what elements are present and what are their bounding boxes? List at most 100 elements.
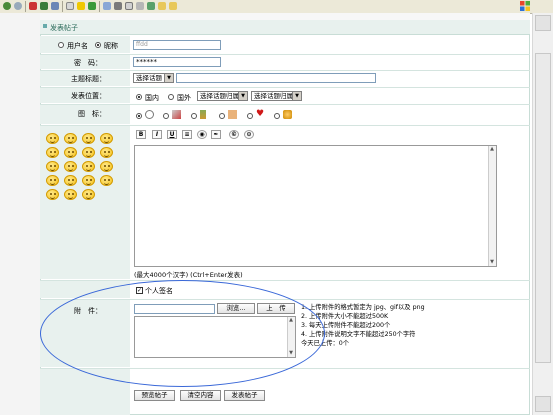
favorites-icon[interactable]	[77, 2, 85, 10]
password-label-cell: 密 码：	[40, 55, 130, 69]
preview-button[interactable]: 预览帖子	[134, 390, 175, 401]
forward-icon[interactable]	[14, 2, 22, 10]
nickname-input[interactable]: ffdd	[133, 40, 221, 50]
emoticon-icon[interactable]	[64, 175, 77, 186]
cup-icon	[283, 110, 292, 119]
emoticon-icon[interactable]	[100, 175, 113, 186]
topic-category-select-1[interactable]: 选择话题归属 ▼	[197, 91, 248, 101]
toolbar-separator	[25, 1, 26, 12]
emoticon-icon[interactable]	[64, 133, 77, 144]
submit-button[interactable]: 发表帖子	[224, 390, 265, 401]
note-line: 3. 每天上传附件不能超过200个	[301, 322, 391, 329]
icon-radio-6[interactable]	[274, 113, 280, 119]
attachment-description[interactable]: ▲ ▼	[134, 316, 296, 358]
password-row: 密 码：	[40, 55, 530, 71]
password-input[interactable]: ******	[133, 57, 221, 67]
bold-button[interactable]: B	[136, 130, 146, 139]
note-line: 今天已上传：0个	[301, 340, 350, 347]
clear-button[interactable]: 清空内容	[180, 390, 221, 401]
print-icon[interactable]	[114, 2, 122, 10]
scroll-down-button[interactable]	[535, 396, 551, 412]
emoticon-icon[interactable]	[64, 147, 77, 158]
subject-input[interactable]	[176, 73, 376, 83]
emoticon-icon[interactable]	[46, 133, 59, 144]
upload-button[interactable]: 上 传	[257, 303, 295, 314]
emoticon-icon[interactable]	[82, 161, 95, 172]
scroll-up-icon[interactable]: ▲	[489, 146, 495, 153]
refresh-icon[interactable]	[40, 2, 48, 10]
form-title: 发表帖子	[50, 24, 78, 32]
scroll-thumb[interactable]	[535, 53, 551, 363]
emoticon-icon[interactable]	[100, 147, 113, 158]
icon-radio-1[interactable]	[136, 113, 142, 119]
content-textarea[interactable]: ▲ ▼	[134, 145, 497, 267]
emoticon-icon[interactable]	[46, 189, 59, 200]
target-button[interactable]: ⊙	[244, 130, 254, 139]
password-value: ******	[136, 58, 157, 66]
emoticon-icon[interactable]	[82, 147, 95, 158]
file-path-input[interactable]	[134, 304, 215, 314]
nickname-value: ffdd	[136, 41, 148, 48]
domestic-radio[interactable]	[136, 94, 142, 100]
pen-button[interactable]: ✒	[211, 130, 221, 139]
messenger-icon[interactable]	[147, 2, 155, 10]
align-button[interactable]: ≡	[182, 130, 192, 139]
emoticon-icon[interactable]	[46, 161, 59, 172]
emoticon-icon[interactable]	[82, 133, 95, 144]
abroad-radio[interactable]	[168, 94, 174, 100]
copyright-button[interactable]: ©	[229, 130, 239, 139]
page-scrollbar[interactable]	[532, 13, 553, 415]
folder-icon[interactable]	[169, 2, 177, 10]
topic-category-select-2[interactable]: 选择话题归属 ▼	[251, 91, 302, 101]
subject-label: 主题标题：	[71, 75, 106, 83]
back-icon[interactable]	[3, 2, 11, 10]
subject-topic-select[interactable]: 选择话题 ▼	[133, 73, 174, 83]
icon-radio-4[interactable]	[219, 113, 225, 119]
mail-icon[interactable]	[103, 2, 111, 10]
stop-icon[interactable]	[29, 2, 37, 10]
icon-radio-5[interactable]	[247, 113, 253, 119]
emoticon-icon[interactable]	[82, 175, 95, 186]
scroll-down-icon[interactable]: ▼	[489, 259, 495, 266]
search-icon[interactable]	[66, 2, 74, 10]
username-radio[interactable]	[58, 42, 64, 48]
icon-radio-3[interactable]	[191, 113, 197, 119]
attachment-scrollbar[interactable]: ▲ ▼	[287, 317, 295, 357]
italic-button[interactable]: I	[152, 130, 162, 139]
chevron-down-icon: ▼	[164, 74, 173, 82]
emoticon-icon[interactable]	[100, 133, 113, 144]
emoticon-icon[interactable]	[100, 161, 113, 172]
icon-radio-2[interactable]	[163, 113, 169, 119]
chevron-down-icon: ▼	[292, 92, 301, 100]
browse-button[interactable]: 浏览...	[217, 303, 255, 314]
nickname-radio[interactable]	[95, 42, 101, 48]
header-bullet-icon	[43, 24, 47, 28]
history-icon[interactable]	[88, 2, 96, 10]
folder-icon[interactable]	[158, 2, 166, 10]
home-icon[interactable]	[51, 2, 59, 10]
emoticon-icon[interactable]	[46, 147, 59, 158]
signature-row	[40, 281, 530, 300]
note-line: 4. 上传附件说明文字不能超过250个字符	[301, 331, 416, 338]
subject-topic-value: 选择话题	[136, 74, 162, 82]
signature-label: 个人签名	[145, 287, 173, 295]
textarea-scrollbar[interactable]: ▲ ▼	[488, 146, 496, 266]
emoticon-icon[interactable]	[64, 161, 77, 172]
scroll-down-icon[interactable]: ▼	[288, 350, 294, 357]
scroll-up-icon[interactable]: ▲	[288, 317, 294, 324]
chevron-down-icon: ▼	[238, 92, 247, 100]
actions-row	[40, 369, 530, 415]
emoticon-icon[interactable]	[46, 175, 59, 186]
emoticon-icon[interactable]	[64, 189, 77, 200]
signature-checkbox[interactable]: ✓	[136, 287, 143, 294]
emoticon-icon[interactable]	[82, 189, 95, 200]
location-label: 发表位置：	[71, 92, 106, 100]
face-icon	[145, 110, 154, 119]
scroll-up-button[interactable]	[535, 15, 551, 31]
image-button[interactable]: ◉	[197, 130, 207, 139]
underline-button[interactable]: U	[167, 130, 177, 139]
edit-icon[interactable]	[125, 2, 133, 10]
rocket-icon	[172, 110, 181, 119]
attachment-label-cell: 附 件：	[40, 300, 130, 367]
discuss-icon[interactable]	[136, 2, 144, 10]
